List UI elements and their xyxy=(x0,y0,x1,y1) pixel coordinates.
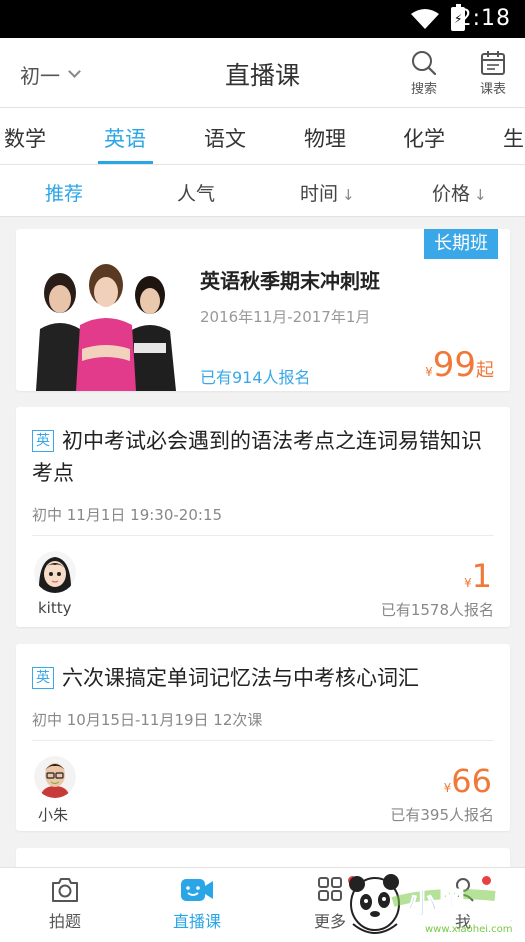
sort-time-label: 时间 xyxy=(300,183,339,205)
sort-popular[interactable]: 人气 xyxy=(177,179,215,206)
nav-shoot-label: 拍题 xyxy=(48,912,81,931)
svg-text:游戏: 游戏 xyxy=(471,900,515,926)
course-card[interactable]: 英六次课搞定单词记忆法与中考核心词汇 初中 10月15日-11月19日 12次课… xyxy=(16,644,510,831)
enrolled-count: 已有395人报名 xyxy=(390,806,494,824)
tab-chemistry[interactable]: 化学 xyxy=(403,123,445,153)
sort-price[interactable]: 价格 ↓ xyxy=(432,179,487,206)
calendar-icon xyxy=(481,51,505,75)
course-meta: 初中 10月15日-11月19日 12次课 xyxy=(32,711,263,729)
svg-text:www.xiaohei.com: www.xiaohei.com xyxy=(425,924,513,935)
sort-price-label: 价格 xyxy=(432,183,471,205)
divider xyxy=(32,740,494,741)
featured-price: ¥99起 xyxy=(425,345,494,385)
featured-date: 2016年11月-2017年1月 xyxy=(200,308,371,326)
sort-recommend[interactable]: 推荐 xyxy=(45,179,83,206)
teacher-name: 小朱 xyxy=(38,806,69,824)
course-meta: 初中 11月1日 19:30-20:15 xyxy=(32,506,223,524)
clock: 2:18 xyxy=(457,6,511,31)
search-button[interactable]: 搜索 xyxy=(404,50,444,97)
avatar xyxy=(34,551,76,593)
tab-biology[interactable]: 生 xyxy=(503,123,524,153)
course-title: 英六次课搞定单词记忆法与中考核心词汇 xyxy=(32,662,494,694)
live-icon xyxy=(181,879,213,901)
tab-math[interactable]: 数学 xyxy=(4,123,46,153)
nav-more-label: 更多 xyxy=(313,912,346,931)
schedule-button[interactable]: 课表 xyxy=(473,50,513,97)
subject-tag: 英 xyxy=(32,430,54,452)
active-tab-indicator xyxy=(98,161,153,164)
grid-icon xyxy=(318,877,342,901)
arrow-down-icon: ↓ xyxy=(342,186,355,204)
nav-live[interactable]: 直播课 xyxy=(152,876,242,932)
search-label: 搜索 xyxy=(410,82,437,97)
tab-physics[interactable]: 物理 xyxy=(304,123,346,153)
course-price: ¥66 xyxy=(443,762,492,800)
course-title: 英初中考试必会遇到的语法考点之连词易错知识考点 xyxy=(32,429,482,485)
subject-tag: 英 xyxy=(32,667,54,689)
enrolled-count: 已有1578人报名 xyxy=(380,601,494,619)
long-term-badge: 长期班 xyxy=(424,229,498,259)
sort-bar: 推荐 人气 时间 ↓ 价格 ↓ xyxy=(0,165,525,217)
schedule-label: 课表 xyxy=(479,82,506,97)
nav-shoot[interactable]: 拍题 xyxy=(20,876,110,932)
nav-live-label: 直播课 xyxy=(172,912,221,931)
divider xyxy=(32,535,494,536)
avatar xyxy=(34,756,76,798)
subject-tabs: 数学 英语 语文 物理 化学 生 xyxy=(0,108,525,165)
wifi-icon xyxy=(411,9,439,29)
search-icon xyxy=(412,51,437,76)
svg-text:小黑: 小黑 xyxy=(407,887,467,922)
featured-title: 英语秋季期末冲刺班 xyxy=(200,269,380,293)
course-price: ¥1 xyxy=(464,557,492,595)
tab-english[interactable]: 英语 xyxy=(104,123,146,153)
camera-icon xyxy=(52,878,78,902)
status-bar: ⚡ 2:18 xyxy=(0,0,525,38)
app-header: 初一 直播课 搜索 课表 xyxy=(0,38,525,108)
page-title: 直播课 xyxy=(224,61,300,90)
course-card[interactable]: 英初中考试必会遇到的语法考点之连词易错知识考点 初中 11月1日 19:30-2… xyxy=(16,407,510,627)
teacher-name: kitty xyxy=(38,599,72,617)
featured-course-card[interactable]: 长期班 英语秋季期末冲刺班 2016年11月-2017年1月 已有914人报名 … xyxy=(16,229,510,391)
arrow-down-icon: ↓ xyxy=(474,186,487,204)
watermark-logo: 小黑 游戏 www.xiaohei.com xyxy=(349,874,516,935)
tab-chinese[interactable]: 语文 xyxy=(204,123,246,153)
featured-enrolled: 已有914人报名 xyxy=(200,368,311,387)
teachers-photo xyxy=(36,264,176,391)
sort-time[interactable]: 时间 ↓ xyxy=(300,179,355,206)
